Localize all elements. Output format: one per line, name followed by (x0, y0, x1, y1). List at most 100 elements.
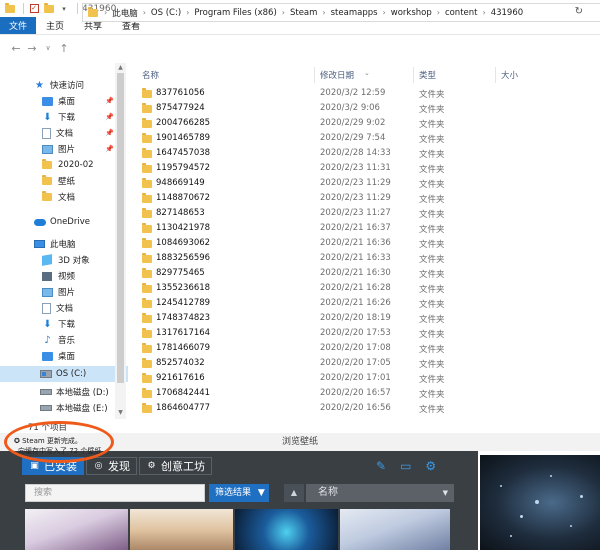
sidebar-item-videos[interactable]: 视频 (0, 268, 128, 284)
file-date: 2020/2/21 16:26 (320, 298, 391, 308)
table-row[interactable]: 1864604777 2020/2/20 16:56 文件夹 (128, 401, 600, 416)
column-date[interactable]: 修改日期 (320, 69, 354, 81)
table-row[interactable]: 1748374823 2020/2/20 18:19 文件夹 (128, 311, 600, 326)
breadcrumb-content[interactable]: content (445, 8, 478, 18)
music-icon: ♪ (44, 334, 51, 346)
column-name[interactable]: 名称 (142, 69, 159, 81)
sidebar-item-drive-e[interactable]: 本地磁盘 (E:) (0, 400, 128, 416)
sidebar-item-pc-documents[interactable]: 文档 (0, 300, 128, 316)
sidebar-item-pc-desktop[interactable]: 桌面 (0, 348, 128, 364)
sidebar-item-this-pc[interactable]: 此电脑 (0, 236, 128, 252)
table-row[interactable]: 2004766285 2020/2/29 9:02 文件夹 (128, 116, 600, 131)
table-row[interactable]: 1084693062 2020/2/21 16:36 文件夹 (128, 236, 600, 251)
chevron-right-icon[interactable]: › (143, 8, 146, 17)
column-divider[interactable] (314, 67, 315, 83)
breadcrumb-this-pc[interactable]: 此电脑 (112, 7, 138, 19)
table-row[interactable]: 948669149 2020/2/23 11:29 文件夹 (128, 176, 600, 191)
breadcrumb-program-files[interactable]: Program Files (x86) (194, 8, 276, 18)
sort-dropdown[interactable]: 名称 ▼ (306, 484, 454, 502)
table-row[interactable]: 1883256596 2020/2/21 16:33 文件夹 (128, 251, 600, 266)
display-icon[interactable]: ▭ (400, 459, 411, 473)
tools-icon[interactable]: ✎ (376, 459, 386, 473)
scroll-down-icon[interactable]: ▼ (115, 409, 126, 416)
column-size[interactable]: 大小 (501, 69, 518, 81)
scroll-up-icon[interactable]: ▲ (115, 64, 126, 71)
breadcrumb-steam[interactable]: Steam (290, 8, 317, 18)
breadcrumb-os-c[interactable]: OS (C:) (151, 8, 181, 18)
search-input[interactable]: 搜索 (25, 484, 205, 502)
sidebar-item-drive-c[interactable]: OS (C:) (0, 366, 128, 382)
sidebar-item-drive-d[interactable]: 本地磁盘 (D:) (0, 384, 128, 400)
table-row[interactable]: 875477924 2020/3/2 9:06 文件夹 (128, 101, 600, 116)
sidebar-item-pictures[interactable]: 图片 📌 (0, 141, 128, 157)
wallpaper-thumbnail[interactable] (130, 509, 233, 550)
sort-order-button[interactable]: ▲ (284, 484, 304, 502)
chevron-right-icon[interactable]: › (437, 8, 440, 17)
table-row[interactable]: 1647457038 2020/2/28 14:33 文件夹 (128, 146, 600, 161)
table-row[interactable]: 1781466079 2020/2/20 17:08 文件夹 (128, 341, 600, 356)
filter-results-button[interactable]: 筛选结果 ▼ (209, 484, 269, 502)
back-icon[interactable]: ← (8, 42, 24, 55)
navigation-scrollbar[interactable]: ▲ ▼ (115, 63, 126, 419)
table-row[interactable]: 1355236618 2020/2/21 16:28 文件夹 (128, 281, 600, 296)
chevron-right-icon[interactable]: › (282, 8, 285, 17)
table-row[interactable]: 837761056 2020/3/2 12:59 文件夹 (128, 86, 600, 101)
sidebar-item-onedrive[interactable]: OneDrive (0, 214, 128, 230)
table-row[interactable]: 1148870672 2020/2/23 11:29 文件夹 (128, 191, 600, 206)
table-row[interactable]: 829775465 2020/2/21 16:30 文件夹 (128, 266, 600, 281)
sidebar-item-quick-access[interactable]: ★ 快速访问 (0, 77, 128, 93)
sidebar-item-label: 2020-02 (58, 160, 94, 170)
table-row[interactable]: 1706842441 2020/2/20 16:57 文件夹 (128, 386, 600, 401)
sidebar-item-pc-downloads[interactable]: ⬇ 下载 (0, 316, 128, 332)
table-row[interactable]: 1901465789 2020/2/29 7:54 文件夹 (128, 131, 600, 146)
table-row[interactable]: 1195794572 2020/2/23 11:31 文件夹 (128, 161, 600, 176)
refresh-icon[interactable]: ↻ (575, 6, 583, 17)
chevron-right-icon[interactable]: › (383, 8, 386, 17)
up-icon[interactable]: ↑ (56, 42, 72, 55)
chevron-right-icon[interactable]: › (322, 8, 325, 17)
settings-icon[interactable]: ⚙ (425, 459, 436, 473)
wallpaper-thumbnail[interactable] (235, 509, 338, 550)
tab-workshop[interactable]: ⚙ 创意工坊 (139, 457, 212, 475)
wallpaper-thumbnail[interactable] (340, 509, 450, 550)
sidebar-item-pc-pictures[interactable]: 图片 (0, 284, 128, 300)
sidebar-item-music[interactable]: ♪ 音乐 (0, 332, 128, 348)
table-row[interactable]: 1245412789 2020/2/21 16:26 文件夹 (128, 296, 600, 311)
breadcrumb-steamapps[interactable]: steamapps (331, 8, 378, 18)
download-icon: ⬇ (43, 111, 52, 123)
breadcrumb-workshop[interactable]: workshop (391, 8, 432, 18)
customize-toolbar-icon[interactable]: ▾ (58, 4, 70, 14)
column-divider[interactable] (495, 67, 496, 83)
chevron-right-icon[interactable]: › (482, 8, 485, 17)
table-row[interactable]: 852574032 2020/2/20 17:05 文件夹 (128, 356, 600, 371)
tab-file[interactable]: 文件 (0, 17, 37, 34)
sidebar-item-documents[interactable]: 文档 📌 (0, 125, 128, 141)
sidebar-item-2020-02[interactable]: 2020-02 (0, 157, 128, 173)
chevron-right-icon[interactable]: › (104, 8, 107, 17)
address-bar[interactable]: › 此电脑 › OS (C:) › Program Files (x86) › … (82, 3, 600, 22)
breadcrumb-431960[interactable]: 431960 (491, 8, 523, 18)
forward-icon[interactable]: → (24, 42, 40, 55)
sidebar-item-desktop[interactable]: 桌面 📌 (0, 93, 128, 109)
download-icon: ⬇ (43, 318, 52, 330)
column-type[interactable]: 类型 (419, 69, 436, 81)
drive-icon (40, 389, 52, 395)
properties-icon[interactable]: ✓ (28, 4, 40, 14)
table-row[interactable]: 1317617164 2020/2/20 17:53 文件夹 (128, 326, 600, 341)
sidebar-item-3d-objects[interactable]: 3D 对象 (0, 252, 128, 268)
recent-locations-icon[interactable]: ∨ (40, 44, 56, 52)
sidebar-item-label: 3D 对象 (58, 256, 90, 266)
tab-home[interactable]: 主页 (36, 17, 74, 34)
column-divider[interactable] (413, 67, 414, 83)
sidebar-item-wallpaper[interactable]: 壁纸 (0, 173, 128, 189)
tab-discover[interactable]: ◎ 发现 (86, 457, 137, 475)
table-row[interactable]: 921617616 2020/2/20 17:01 文件夹 (128, 371, 600, 386)
sidebar-item-downloads[interactable]: ⬇ 下载 📌 (0, 109, 128, 125)
table-row[interactable]: 1130421978 2020/2/21 16:37 文件夹 (128, 221, 600, 236)
scrollbar-thumb[interactable] (117, 73, 124, 383)
new-folder-icon[interactable] (43, 2, 55, 14)
chevron-right-icon[interactable]: › (186, 8, 189, 17)
table-row[interactable]: 827148653 2020/2/23 11:27 文件夹 (128, 206, 600, 221)
sidebar-item-documents-2[interactable]: 文档 (0, 189, 128, 205)
wallpaper-thumbnail[interactable] (25, 509, 128, 550)
